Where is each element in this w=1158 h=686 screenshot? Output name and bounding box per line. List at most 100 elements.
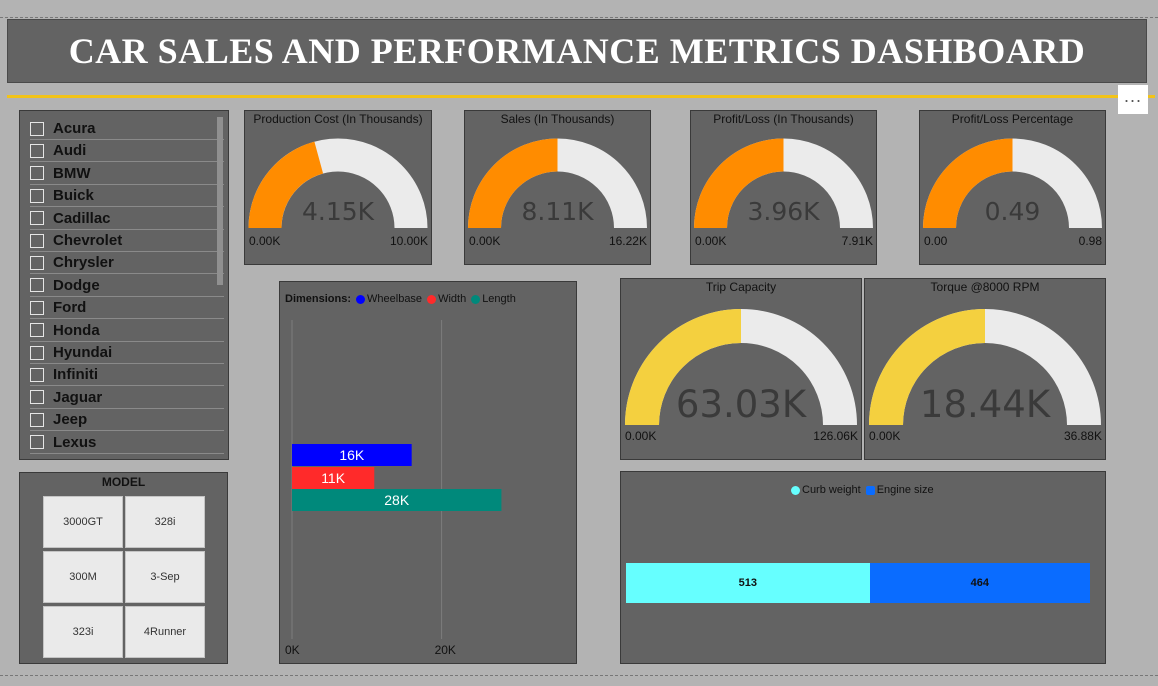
slicer-scrollbar[interactable] bbox=[217, 117, 223, 285]
slicer-item-chevrolet[interactable]: Chevrolet bbox=[30, 230, 224, 252]
slicer-item-jaguar[interactable]: Jaguar bbox=[30, 387, 224, 409]
legend-curb-weight[interactable]: Curb weight bbox=[791, 484, 861, 496]
gauge-arc bbox=[923, 138, 1102, 229]
gauge-sales: Sales (In Thousands) 8.11K 0.00K 16.22K bbox=[464, 110, 651, 265]
slicer-item-honda[interactable]: Honda bbox=[30, 320, 224, 342]
brand-slicer: Acura Audi BMW Buick Cadillac Chevrolet Chrysl… bbox=[19, 110, 229, 460]
dashboard-title: CAR SALES AND PERFORMANCE METRICS DASHBO… bbox=[68, 31, 1086, 71]
data-label: 28K bbox=[384, 492, 410, 508]
gauge-profit-loss: Profit/Loss (In Thousands) 3.96K 0.00K 7.91… bbox=[690, 110, 877, 265]
legend-dot bbox=[791, 485, 800, 495]
checkbox[interactable] bbox=[30, 166, 44, 181]
bar-engine-size[interactable]: 464 bbox=[869, 563, 1090, 603]
slicer-item-label: BMW bbox=[53, 164, 91, 182]
gauge-value: 4.15K bbox=[301, 197, 375, 226]
checkbox[interactable] bbox=[30, 390, 44, 405]
checkbox[interactable] bbox=[30, 211, 44, 226]
checkbox[interactable] bbox=[30, 300, 44, 315]
legend-dot bbox=[865, 485, 875, 495]
slicer-item-lexus[interactable]: Lexus bbox=[30, 432, 224, 454]
slicer-item-label: Cadillac bbox=[53, 209, 111, 227]
legend-label: Curb weight bbox=[802, 484, 861, 496]
more-options-button[interactable]: ... bbox=[1118, 85, 1148, 114]
gauge-trip-capacity: Trip Capacity 63.03K 0.00K 126.06K bbox=[620, 278, 862, 460]
slicer-item-infiniti[interactable]: Infiniti bbox=[30, 364, 224, 387]
checkbox[interactable] bbox=[30, 233, 44, 248]
checkbox[interactable] bbox=[30, 278, 44, 293]
gauge-title: Profit/Loss Percentage bbox=[951, 112, 1074, 126]
slicer-item-jeep[interactable]: Jeep bbox=[30, 409, 224, 432]
title-bar: CAR SALES AND PERFORMANCE METRICS DASHBO… bbox=[7, 19, 1147, 83]
gauge-value: 8.11K bbox=[521, 197, 594, 226]
slicer-item-label: Dodge bbox=[53, 276, 100, 294]
slicer-item-label: Ford bbox=[53, 299, 87, 317]
legend-label: Engine size bbox=[876, 484, 934, 496]
checkbox[interactable] bbox=[30, 255, 44, 270]
gauge-min: 0.00K bbox=[249, 234, 281, 248]
slicer-item-cadillac[interactable]: Cadillac bbox=[30, 208, 224, 230]
slicer-item-ford[interactable]: Ford bbox=[30, 297, 224, 320]
gauge-title: Production Cost (In Thousands) bbox=[253, 112, 423, 126]
weight-legend: Curb weight Engine size bbox=[791, 484, 939, 496]
gauge-max: 10.00K bbox=[389, 234, 428, 248]
gauge-value: 0.49 bbox=[984, 197, 1041, 226]
model-tile[interactable]: 328i bbox=[125, 496, 205, 548]
slicer-item-dodge[interactable]: Dodge bbox=[30, 275, 224, 297]
gauge-profit-loss-percentage: Profit/Loss Percentage 0.49 0.00 0.98 bbox=[919, 110, 1106, 265]
slicer-item-audi[interactable]: Audi bbox=[30, 140, 224, 163]
slicer-item-label: Infiniti bbox=[53, 366, 98, 384]
slicer-item-label: Jeep bbox=[53, 411, 88, 429]
slicer-item-label: Hyundai bbox=[53, 344, 113, 361]
gauge-title: Sales (In Thousands) bbox=[500, 112, 615, 126]
slicer-item-label: Lexus bbox=[53, 433, 97, 451]
data-label: 11K bbox=[321, 470, 346, 486]
x-tick-label: 0K bbox=[285, 643, 300, 657]
model-tile[interactable]: 323i bbox=[43, 606, 123, 658]
legend-engine-size[interactable]: Engine size bbox=[865, 484, 934, 496]
gauge-title: Trip Capacity bbox=[705, 280, 777, 294]
model-tile[interactable]: 3000GT bbox=[43, 496, 123, 548]
slicer-item-bmw[interactable]: BMW bbox=[30, 163, 224, 185]
divider-line bbox=[7, 95, 1155, 98]
bottom-border bbox=[0, 675, 1158, 676]
gauge-min: 0.00K bbox=[625, 429, 657, 443]
gauge-min: 0.00 bbox=[924, 234, 948, 248]
gauge-torque: Torque @8000 RPM 18.44K 0.00K 36.88K bbox=[864, 278, 1106, 460]
checkbox[interactable] bbox=[30, 412, 44, 427]
checkbox[interactable] bbox=[30, 367, 44, 382]
gauge-max: 36.88K bbox=[1063, 429, 1102, 443]
model-slicer: MODEL 3000GT 328i 300M 3-Sep 323i 4Runner bbox=[19, 472, 228, 664]
checkbox[interactable] bbox=[30, 435, 44, 450]
checkbox[interactable] bbox=[30, 121, 44, 136]
model-tile[interactable]: 4Runner bbox=[125, 606, 205, 658]
gauge-min: 0.00K bbox=[695, 234, 727, 248]
slicer-item-label: Chrysler bbox=[53, 254, 114, 272]
gauge-max: 16.22K bbox=[608, 234, 647, 248]
slicer-item-acura[interactable]: Acura bbox=[30, 118, 224, 140]
gauge-title: Profit/Loss (In Thousands) bbox=[713, 112, 854, 126]
model-tile[interactable]: 3-Sep bbox=[125, 551, 205, 603]
checkbox[interactable] bbox=[30, 143, 44, 158]
slicer-item-label: Chevrolet bbox=[53, 232, 123, 249]
x-tick-label: 20K bbox=[434, 643, 456, 657]
bar-curb-weight[interactable]: 513 bbox=[626, 563, 870, 603]
slicer-item-label: Honda bbox=[53, 321, 100, 339]
dimensions-chart: Dimensions: Wheelbase Width Length 0K 20K… bbox=[279, 281, 577, 664]
slicer-item-hyundai[interactable]: Hyundai bbox=[30, 342, 224, 364]
slicer-item-label: Buick bbox=[53, 187, 94, 205]
slicer-item-label: Jaguar bbox=[53, 388, 103, 406]
gauge-min: 0.00K bbox=[469, 234, 501, 248]
gauge-value: 18.44K bbox=[919, 383, 1051, 426]
model-tile[interactable]: 300M bbox=[43, 551, 123, 603]
slicer-item-buick[interactable]: Buick bbox=[30, 185, 224, 208]
slicer-item-chrysler[interactable]: Chrysler bbox=[30, 252, 224, 275]
checkbox[interactable] bbox=[30, 188, 44, 203]
checkbox[interactable] bbox=[30, 323, 44, 338]
gauge-value: 63.03K bbox=[675, 383, 807, 426]
slicer-item-label: Audi bbox=[53, 142, 87, 160]
gauge-max: 126.06K bbox=[813, 429, 858, 443]
gauge-value: 3.96K bbox=[747, 197, 820, 226]
gauge-max: 7.91K bbox=[841, 234, 873, 248]
gauge-max: 0.98 bbox=[1078, 234, 1102, 248]
checkbox[interactable] bbox=[30, 345, 44, 360]
